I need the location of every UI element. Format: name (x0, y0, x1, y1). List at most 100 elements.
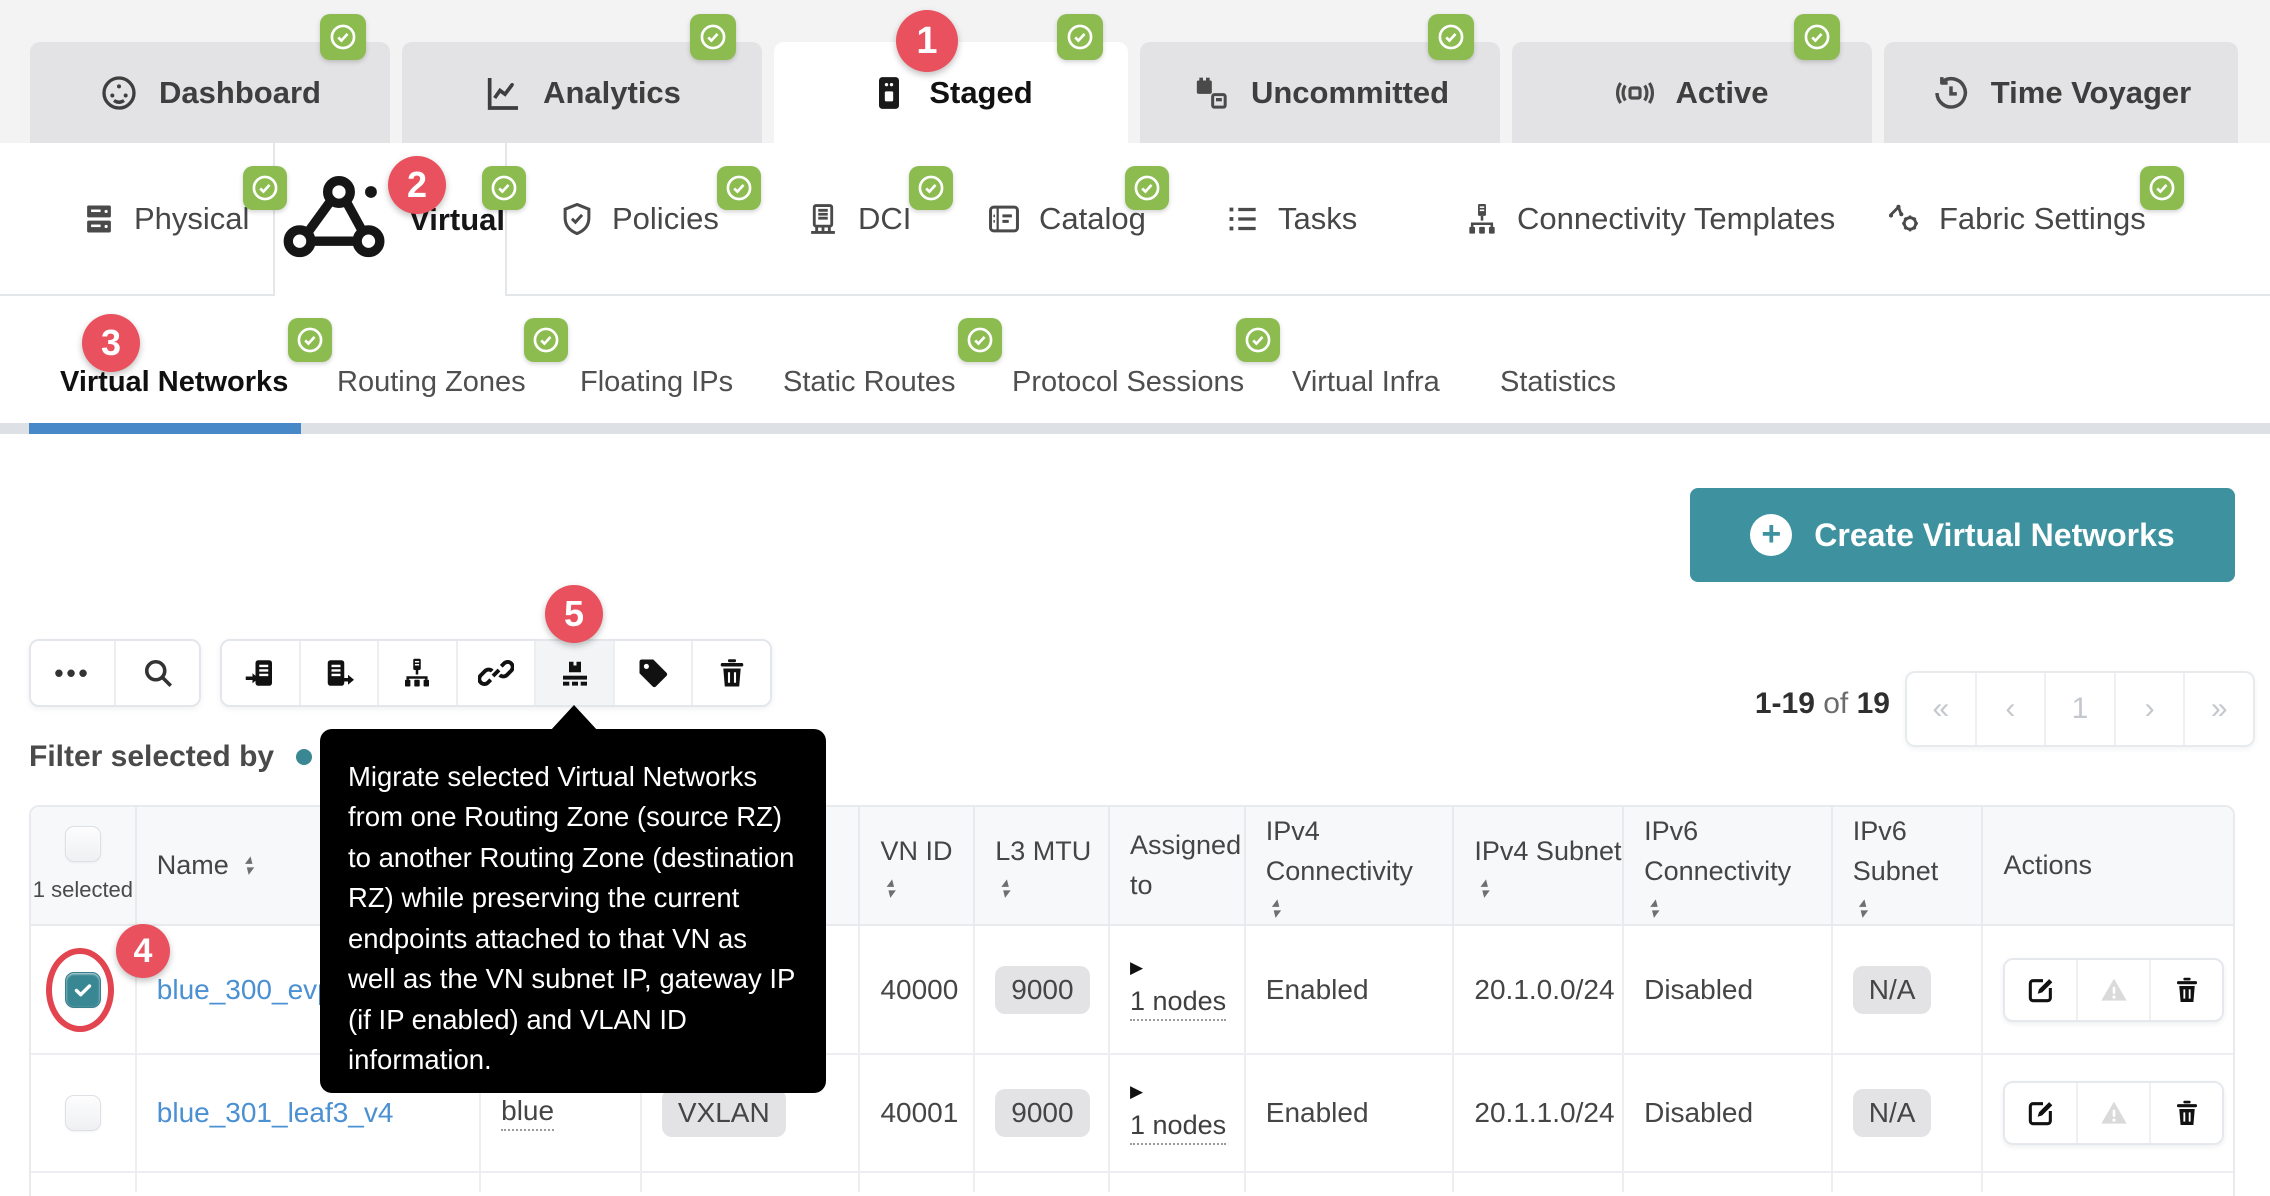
delete-row-button[interactable] (2149, 1083, 2222, 1143)
dci-icon (804, 200, 842, 238)
current-page-button[interactable]: 1 (2044, 673, 2114, 745)
annotation-step-2: 2 (388, 156, 446, 214)
uncommitted-committed-check-icon (1428, 14, 1474, 60)
time-voyager-icon (1931, 73, 1971, 113)
first-page-button[interactable]: « (1907, 673, 1975, 745)
section-tab-bar: Physical Virtual Policies DCI Catalog Ta… (0, 143, 2270, 296)
plus-icon: + (1750, 514, 1792, 556)
tag-icon (635, 655, 671, 691)
tab-protocol-sessions[interactable]: Protocol Sessions (1012, 366, 1244, 399)
routing-zone-value[interactable]: blue (501, 1095, 554, 1131)
sort-ipv4-subnet[interactable]: ▴▾ (1480, 877, 1488, 899)
header-l3-mtu: L3 MTU▴▾ (975, 807, 1110, 924)
import-virtual-networks-button[interactable] (222, 641, 299, 705)
pagination-total: 19 (1857, 687, 1890, 720)
filter-label: Filter selected by (29, 740, 274, 774)
prev-page-button[interactable]: ‹ (1975, 673, 2045, 745)
tab-physical[interactable]: Physical (80, 143, 249, 294)
edit-icon (2025, 1097, 2057, 1129)
migrate-icon (557, 655, 593, 691)
dashboard-icon (99, 73, 139, 113)
delete-button[interactable] (691, 641, 770, 705)
search-button[interactable] (114, 641, 199, 705)
sort-name[interactable]: ▴▾ (245, 854, 253, 876)
assign-to-nodes-button[interactable] (377, 641, 456, 705)
migrate-tooltip: Migrate selected Virtual Networks from o… (320, 729, 826, 1093)
protocol-sessions-check-icon (1236, 318, 1280, 362)
sub-tab-track (0, 423, 2270, 434)
tab-virtual-networks[interactable]: Virtual Networks (60, 366, 288, 399)
warning-button[interactable] (2076, 1083, 2149, 1143)
last-page-button[interactable]: » (2183, 673, 2253, 745)
edit-button[interactable] (2005, 1083, 2076, 1143)
assigned-nodes-link[interactable]: 1 nodes (1130, 986, 1226, 1021)
warning-button[interactable] (2076, 960, 2149, 1020)
annotation-step-1: 1 (896, 10, 958, 72)
table-row (31, 1173, 2233, 1192)
create-virtual-networks-button[interactable]: + Create Virtual Networks (1690, 488, 2235, 582)
tab-dci[interactable]: DCI (804, 143, 911, 294)
expand-caret-icon[interactable]: ▶ (1130, 958, 1226, 978)
active-icon (1615, 73, 1655, 113)
tab-static-routes[interactable]: Static Routes (783, 366, 955, 399)
physical-icon (80, 200, 118, 238)
assigned-nodes-link[interactable]: 1 nodes (1130, 1110, 1226, 1145)
annotation-step-5: 5 (545, 585, 603, 643)
tab-policies[interactable]: Policies (558, 143, 719, 294)
tab-fabric-settings[interactable]: Fabric Settings (1885, 143, 2146, 294)
sort-ipv6-subnet[interactable]: ▴▾ (1859, 897, 1867, 919)
migrate-virtual-networks-button[interactable] (534, 641, 613, 705)
tag-button[interactable] (613, 641, 692, 705)
trash-icon (2171, 1097, 2203, 1129)
select-all-checkbox[interactable] (65, 826, 101, 862)
next-page-button[interactable]: › (2114, 673, 2184, 745)
virtual-check-icon (482, 166, 526, 210)
tab-time-voyager-label: Time Voyager (1991, 75, 2191, 111)
tab-analytics-label: Analytics (543, 75, 681, 111)
tab-fabric-settings-label: Fabric Settings (1939, 201, 2146, 237)
selected-count: 1 selected (33, 874, 133, 906)
search-icon (140, 655, 176, 691)
tab-virtual[interactable]: Virtual (273, 143, 507, 296)
create-virtual-networks-label: Create Virtual Networks (1814, 517, 2174, 554)
expand-caret-icon[interactable]: ▶ (1130, 1082, 1226, 1102)
tab-tasks[interactable]: Tasks (1224, 143, 1357, 294)
bulk-actions-toolbar (220, 639, 772, 707)
vn-type-chip: VXLAN (662, 1089, 786, 1137)
policies-icon (558, 200, 596, 238)
virtual-icon (275, 160, 393, 278)
delete-row-button[interactable] (2149, 960, 2222, 1020)
tab-routing-zones[interactable]: Routing Zones (337, 366, 526, 399)
export-virtual-networks-button[interactable] (299, 641, 378, 705)
fabric-settings-icon (1885, 200, 1923, 238)
tooltip-arrow (550, 705, 598, 731)
tab-connectivity-templates[interactable]: Connectivity Templates (1463, 143, 1835, 294)
sort-l3-mtu[interactable]: ▴▾ (1001, 877, 1009, 899)
tab-dci-label: DCI (858, 201, 911, 237)
tab-catalog[interactable]: Catalog (985, 143, 1146, 294)
ipv4-connectivity-value: Enabled (1266, 1097, 1369, 1129)
row-checkbox[interactable] (65, 972, 101, 1008)
filter-row: Filter selected by all (29, 740, 363, 774)
sort-vn-id[interactable]: ▴▾ (886, 877, 894, 899)
tab-virtual-infra[interactable]: Virtual Infra (1292, 366, 1440, 399)
vn-name-link[interactable]: blue_301_leaf3_v4 (157, 1097, 394, 1129)
tab-statistics[interactable]: Statistics (1500, 366, 1616, 399)
row-actions (2003, 1081, 2224, 1145)
tab-floating-ips[interactable]: Floating IPs (580, 366, 733, 399)
header-ipv6-subnet: IPv6 Subnet▴▾ (1833, 807, 1984, 924)
sort-ipv6-connectivity[interactable]: ▴▾ (1650, 897, 1658, 919)
link-button[interactable] (456, 641, 535, 705)
filter-all-radio[interactable] (296, 749, 312, 765)
l3-mtu-chip: 9000 (995, 966, 1089, 1014)
row-checkbox[interactable] (65, 1095, 101, 1131)
table-options-group: ••• (29, 639, 201, 707)
edit-button[interactable] (2005, 960, 2076, 1020)
tab-time-voyager[interactable]: Time Voyager (1884, 42, 2238, 143)
pager: « ‹ 1 › » (1905, 671, 2255, 747)
tab-staged-label: Staged (929, 75, 1032, 111)
sort-ipv4-connectivity[interactable]: ▴▾ (1272, 897, 1280, 919)
primary-tab-bar: Dashboard Analytics Staged Uncommitted A… (0, 0, 2270, 143)
more-options-button[interactable]: ••• (31, 641, 114, 705)
pagination-range-values: 1-19 (1755, 687, 1815, 720)
